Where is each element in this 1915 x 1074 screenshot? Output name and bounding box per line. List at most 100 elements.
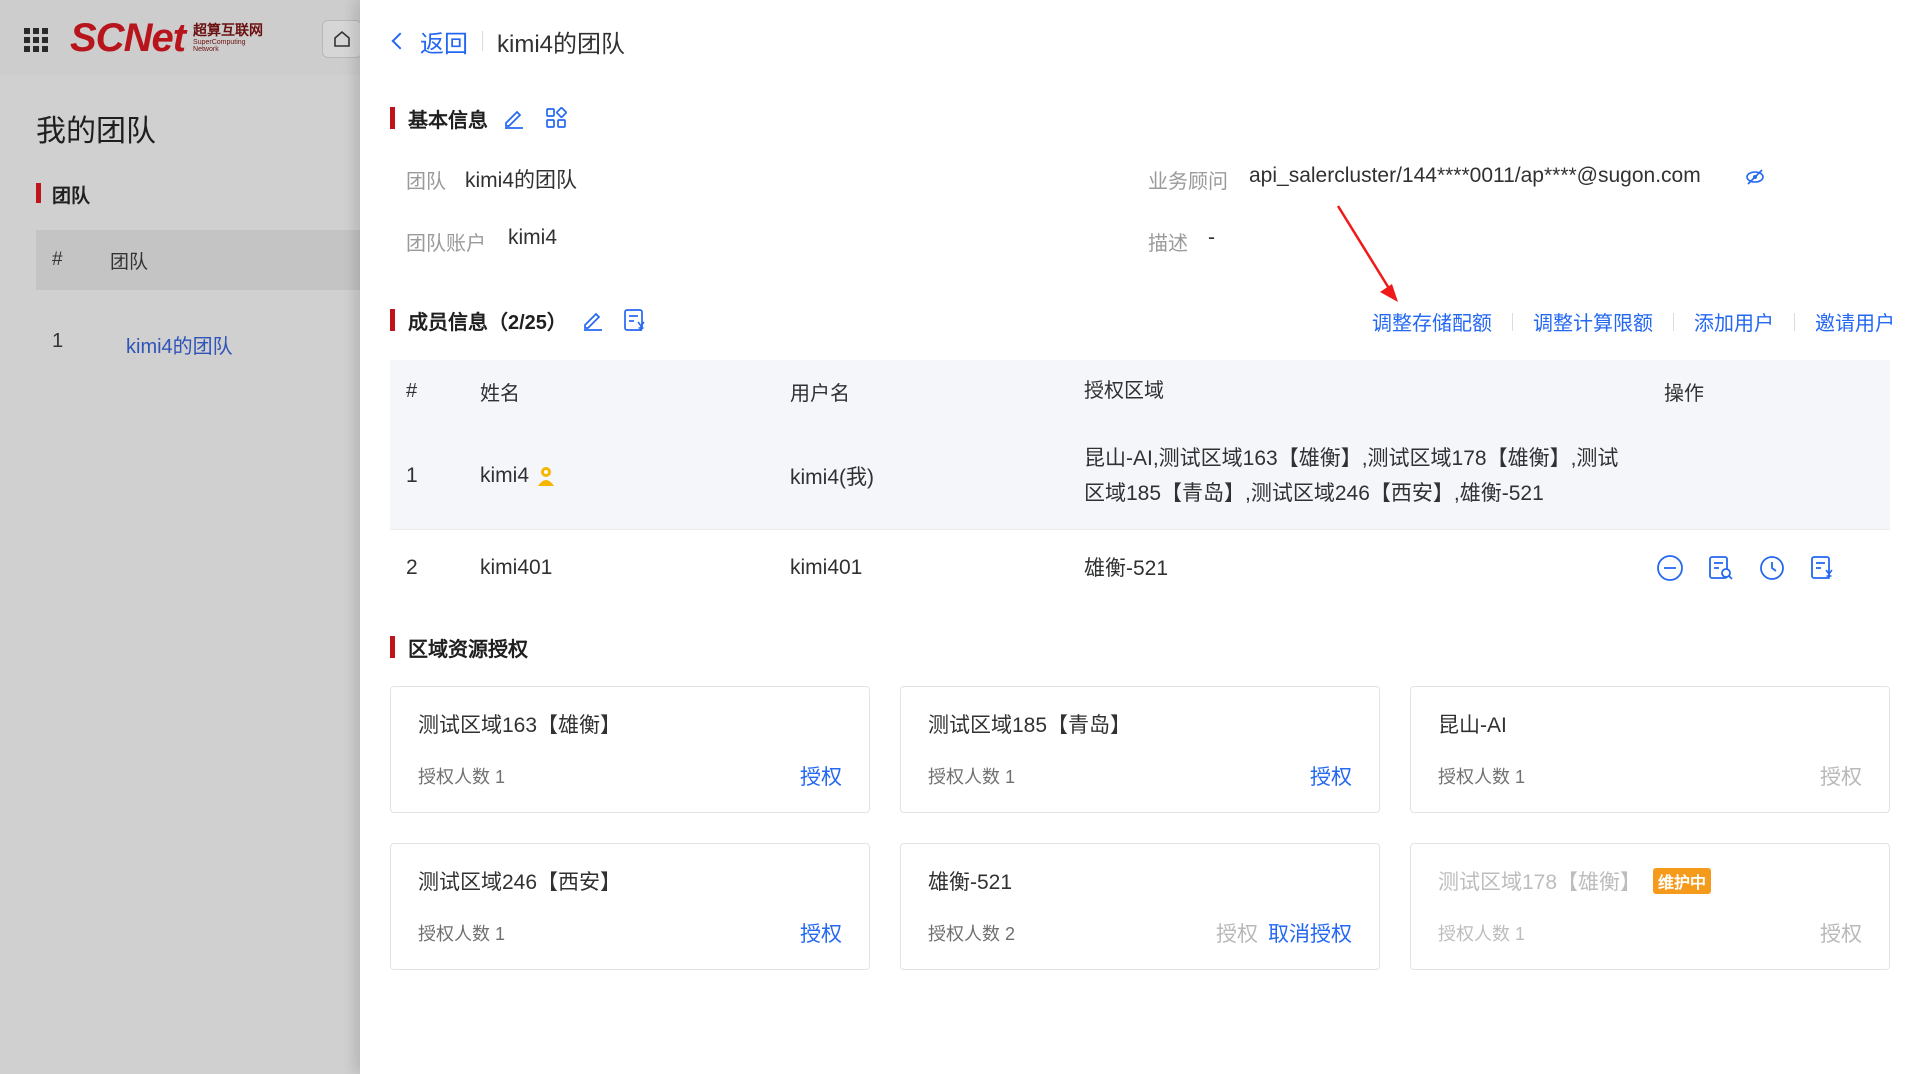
- logo-main-text: SCNet: [70, 15, 186, 60]
- revoke-authorization-link[interactable]: 取消授权: [1268, 918, 1352, 948]
- auth-count: 授权人数 1: [1438, 924, 1526, 944]
- member-name-text: kimi4: [480, 463, 530, 487]
- logo-sub-en: SuperComputing Network: [193, 38, 246, 53]
- home-icon: [334, 30, 350, 47]
- region-auth-label: 区域资源授权: [408, 638, 528, 661]
- clock-icon[interactable]: [1755, 551, 1789, 585]
- col-region: 授权区域: [1084, 379, 1164, 402]
- action-divider: [1794, 312, 1795, 331]
- card-actions: 授权: [1810, 918, 1862, 948]
- billing-doc-icon[interactable]: [621, 306, 649, 334]
- edit-icon[interactable]: [500, 104, 528, 132]
- page-title: 我的团队: [36, 115, 156, 148]
- add-user-link[interactable]: 添加用户: [1694, 307, 1774, 336]
- adjust-storage-quota-link[interactable]: 调整存储配额: [1372, 307, 1492, 336]
- region-card: 测试区域185【青岛】 授权人数 1 授权: [900, 686, 1380, 813]
- header-divider: [482, 31, 483, 51]
- col-ops: 操作: [1664, 382, 1704, 405]
- member-info-title: 成员信息（2/25）: [390, 306, 649, 334]
- member-username: kimi401: [790, 556, 863, 579]
- account-value: kimi4: [508, 226, 558, 249]
- invite-user-link[interactable]: 邀请用户: [1815, 307, 1895, 336]
- card-actions: 授权: [790, 761, 842, 791]
- member-name: kimi4: [480, 464, 790, 488]
- member-info-label: 成员信息（2/25）: [408, 311, 567, 334]
- region-card: 测试区域163【雄衡】 授权人数 1 授权: [390, 686, 870, 813]
- region-card: 昆山-AI 授权人数 1 授权: [1410, 686, 1890, 813]
- col-username: 用户名: [790, 382, 850, 405]
- team-value: kimi4的团队: [465, 169, 578, 192]
- view-detail-icon[interactable]: [1704, 551, 1738, 585]
- region-name: 测试区域163【雄衡】: [418, 714, 622, 737]
- auth-count: 授权人数 1: [418, 767, 506, 787]
- col-idx: #: [52, 249, 63, 270]
- team-table-head: # 团队: [36, 230, 366, 290]
- desc-value: -: [1208, 226, 1215, 249]
- region-name: 雄衡-521: [928, 871, 1013, 894]
- region-name: 昆山-AI: [1438, 714, 1507, 737]
- billing-icon[interactable]: [1806, 551, 1840, 585]
- logo-sub-cn: 超算互联网: [193, 21, 264, 38]
- authorize-link[interactable]: 授权: [800, 761, 842, 791]
- advisor-value: api_salercluster/144****0011/ap****@sugo…: [1249, 164, 1701, 187]
- table-row: 1 kimi4 kimi4(我) 昆山-AI,测试区域163【雄衡】,测试区域1…: [390, 422, 1890, 530]
- team-link[interactable]: kimi4的团队: [126, 330, 233, 359]
- member-actions: 调整存储配额 调整计算限额 添加用户 邀请用户: [1372, 307, 1895, 336]
- member-region: 昆山-AI,测试区域163【雄衡】,测试区域178【雄衡】,测试区域185【青岛…: [1084, 446, 1619, 505]
- member-username: kimi4(我): [790, 465, 874, 489]
- authorize-link[interactable]: 授权: [800, 918, 842, 948]
- scnet-logo[interactable]: SCNet 超算互联网 SuperComputing Network: [70, 14, 273, 62]
- authorize-link-disabled: 授权: [1820, 766, 1862, 789]
- app-grid-icon[interactable]: [24, 28, 48, 52]
- auth-count: 授权人数 2: [928, 924, 1016, 944]
- remove-member-icon[interactable]: [1653, 551, 1687, 585]
- member-ops: [1639, 551, 1890, 585]
- action-divider: [1673, 312, 1674, 331]
- card-actions: 授权: [1810, 761, 1862, 791]
- region-name: 测试区域178【雄衡】 维护中: [1438, 866, 1712, 896]
- authorize-link[interactable]: 授权: [1310, 761, 1352, 791]
- adjust-compute-limit-link[interactable]: 调整计算限额: [1533, 307, 1653, 336]
- row-idx: 1: [406, 463, 418, 487]
- maintenance-badge: 维护中: [1653, 868, 1712, 894]
- home-button[interactable]: [322, 20, 362, 58]
- region-card: 雄衡-521 授权人数 2 授权 取消授权: [900, 843, 1380, 970]
- authorize-link-disabled: 授权: [1216, 923, 1258, 946]
- region-card-maintenance: 测试区域178【雄衡】 维护中 授权人数 1 授权: [1410, 843, 1890, 970]
- basic-info-label: 基本信息: [408, 109, 488, 132]
- card-actions: 授权: [790, 918, 842, 948]
- apps-grid-icon[interactable]: [542, 104, 570, 132]
- member-name: kimi401: [480, 556, 790, 580]
- region-name: 测试区域246【西安】: [418, 871, 622, 894]
- region-name-text: 测试区域178【雄衡】: [1438, 871, 1642, 894]
- member-region: 雄衡-521: [1084, 556, 1169, 580]
- eye-hidden-icon[interactable]: [1745, 168, 1765, 191]
- advisor-label: 业务顾问: [1148, 171, 1228, 193]
- region-cards: 测试区域163【雄衡】 授权人数 1 授权 测试区域185【青岛】 授权人数 1…: [390, 686, 1890, 970]
- table-row: 2 kimi401 kimi401 雄衡-521: [390, 530, 1890, 606]
- card-actions: 授权: [1300, 761, 1352, 791]
- desc-label: 描述: [1148, 233, 1188, 255]
- authorize-link-disabled: 授权: [1820, 923, 1862, 946]
- region-card: 测试区域246【西安】 授权人数 1 授权: [390, 843, 870, 970]
- row-idx: 2: [406, 556, 418, 579]
- row-idx: 1: [52, 330, 64, 352]
- action-divider: [1512, 312, 1513, 331]
- table-row: 1 kimi4的团队: [36, 330, 366, 359]
- member-table: # 姓名 用户名 授权区域 操作 1 kimi4 kimi4(我) 昆山-AI,…: [390, 360, 1890, 606]
- basic-info-title: 基本信息: [390, 104, 570, 132]
- auth-count: 授权人数 1: [418, 924, 506, 944]
- member-table-head: # 姓名 用户名 授权区域 操作: [390, 360, 1890, 422]
- region-auth-title: 区域资源授权: [390, 634, 528, 661]
- team-label: 团队: [406, 171, 446, 193]
- edit-members-icon[interactable]: [579, 306, 607, 334]
- region-name: 测试区域185【青岛】: [928, 714, 1132, 737]
- team-detail-drawer: 返回 kimi4的团队 基本信息 团队 kimi4的团队 团队账户 kimi4 …: [360, 0, 1915, 1074]
- drawer-title: kimi4的团队: [497, 30, 626, 58]
- team-section-title: 团队: [36, 181, 90, 208]
- back-chevron-icon[interactable]: [391, 32, 409, 50]
- auth-count: 授权人数 1: [1438, 767, 1526, 787]
- back-link[interactable]: 返回: [420, 24, 468, 59]
- col-team: 团队: [110, 251, 149, 273]
- card-actions: 授权 取消授权: [1206, 918, 1352, 948]
